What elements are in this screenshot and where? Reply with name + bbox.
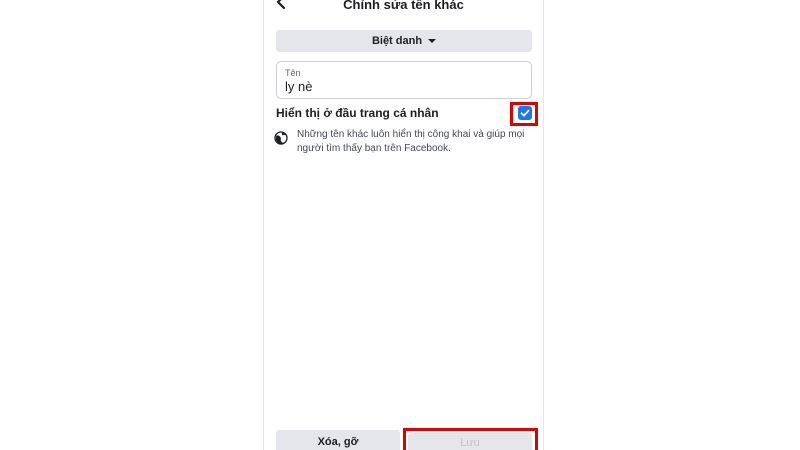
header-bar: Chỉnh sửa tên khác xyxy=(264,0,543,14)
screen-edge-left xyxy=(263,0,264,450)
save-button-label: Lưu xyxy=(460,437,480,449)
screen-edge-right xyxy=(543,0,544,450)
name-field-label: Tên xyxy=(285,68,301,78)
name-type-dropdown[interactable]: Biệt danh xyxy=(276,30,532,52)
name-type-selected-value: Biệt danh xyxy=(371,35,423,47)
delete-button-label: Xóa, gỡ xyxy=(317,436,359,448)
name-field[interactable]: Tên xyxy=(276,61,532,99)
show-on-profile-checkbox[interactable] xyxy=(518,106,532,120)
show-on-profile-label: Hiển thị ở đầu trang cá nhân xyxy=(276,106,439,120)
caret-down-icon xyxy=(428,39,437,43)
delete-button[interactable]: Xóa, gỡ xyxy=(276,430,400,450)
page-title: Chỉnh sửa tên khác xyxy=(343,0,464,12)
edit-other-name-screen: Chỉnh sửa tên khác Biệt danh Tên Hiển th… xyxy=(0,0,800,450)
save-button[interactable]: Lưu xyxy=(408,433,532,450)
globe-icon xyxy=(274,131,288,145)
public-info-text: Những tên khác luôn hiển thị công khai v… xyxy=(297,129,525,154)
checkmark-icon xyxy=(518,106,532,120)
name-input[interactable] xyxy=(285,79,515,94)
